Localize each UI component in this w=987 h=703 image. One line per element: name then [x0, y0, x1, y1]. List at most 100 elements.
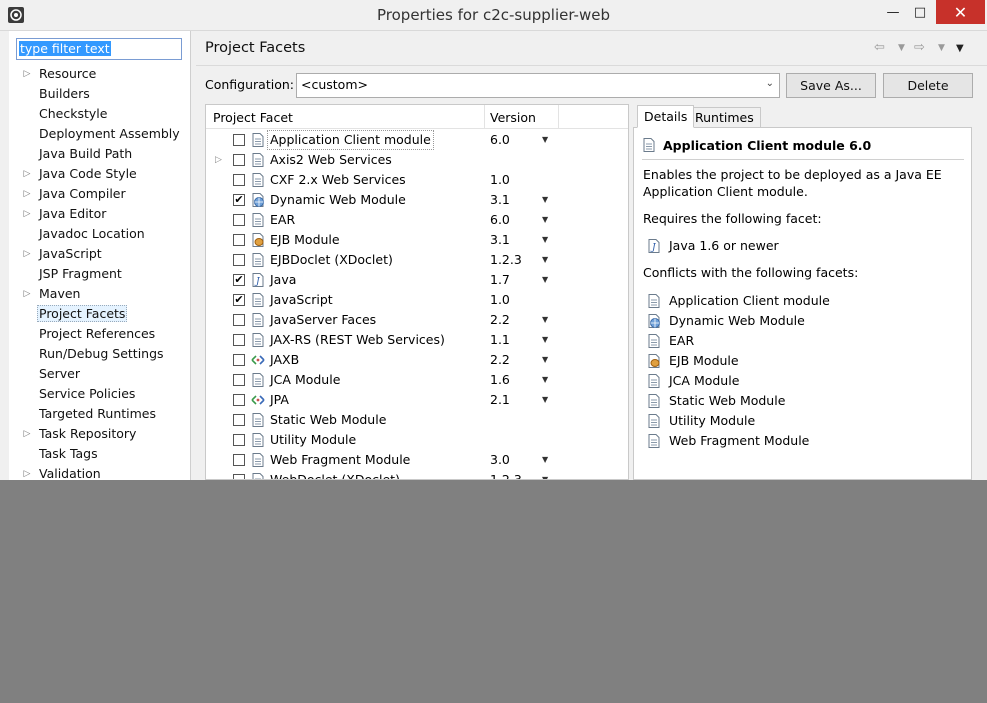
version-dropdown-icon[interactable]: ▼: [542, 350, 548, 370]
facet-row[interactable]: Static Web Module: [206, 410, 628, 430]
delete-button[interactable]: Delete: [883, 73, 973, 98]
version-dropdown-icon[interactable]: ▼: [542, 450, 548, 470]
save-as-button[interactable]: Save As...: [786, 73, 876, 98]
facet-row[interactable]: JAX-RS (REST Web Services) 1.1 ▼: [206, 330, 628, 350]
nav-item[interactable]: ▷ Java Compiler: [9, 184, 191, 204]
nav-item[interactable]: Java Build Path: [9, 144, 191, 164]
facet-checkbox[interactable]: [233, 234, 245, 246]
expand-arrow-icon[interactable]: ▷: [22, 164, 32, 184]
version-dropdown-icon[interactable]: ▼: [542, 470, 548, 479]
facet-checkbox[interactable]: [233, 134, 245, 146]
facet-checkbox[interactable]: [233, 434, 245, 446]
nav-item[interactable]: ▷ JavaScript: [9, 244, 191, 264]
nav-item[interactable]: Run/Debug Settings: [9, 344, 191, 364]
nav-item[interactable]: Checkstyle: [9, 104, 191, 124]
maximize-button[interactable]: □: [904, 0, 936, 24]
version-dropdown-icon[interactable]: ▼: [542, 230, 548, 250]
nav-item[interactable]: Project Facets: [9, 304, 191, 324]
facet-checkbox[interactable]: [233, 414, 245, 426]
nav-item[interactable]: ▷ Task Repository: [9, 424, 191, 444]
facet-row[interactable]: JPA 2.1 ▼: [206, 390, 628, 410]
facet-checkbox[interactable]: [233, 314, 245, 326]
expand-arrow-icon[interactable]: ▷: [22, 64, 32, 84]
nav-item[interactable]: ▷ Resource: [9, 64, 191, 84]
nav-item[interactable]: Project References: [9, 324, 191, 344]
expand-arrow-icon[interactable]: ▷: [22, 464, 32, 484]
close-button[interactable]: ✕: [936, 0, 985, 24]
resize-grip-icon[interactable]: [816, 464, 830, 478]
facet-row[interactable]: ✔ J Java 1.7 ▼: [206, 270, 628, 290]
facet-row[interactable]: ✔ Dynamic Web Module 3.1 ▼: [206, 190, 628, 210]
expand-arrow-icon[interactable]: ▷: [215, 150, 222, 170]
facet-row[interactable]: EJBDoclet (XDoclet) 1.2.3 ▼: [206, 250, 628, 270]
version-dropdown-icon[interactable]: ▼: [542, 390, 548, 410]
tab-runtimes[interactable]: Runtimes: [688, 107, 761, 128]
facet-checkbox[interactable]: ✔: [233, 274, 245, 286]
forward-dropdown-icon[interactable]: ▼: [938, 43, 945, 53]
tab-details[interactable]: Details: [637, 105, 695, 128]
nav-item[interactable]: Javadoc Location: [9, 224, 191, 244]
facet-row[interactable]: Web Fragment Module 3.0 ▼: [206, 450, 628, 470]
facet-row[interactable]: EAR 6.0 ▼: [206, 210, 628, 230]
version-dropdown-icon[interactable]: ▼: [542, 310, 548, 330]
expand-arrow-icon[interactable]: ▷: [22, 204, 32, 224]
facet-checkbox[interactable]: [233, 334, 245, 346]
nav-item[interactable]: Deployment Assembly: [9, 124, 191, 144]
configuration-select[interactable]: <custom> ⌄: [296, 73, 780, 98]
facet-checkbox[interactable]: [233, 354, 245, 366]
version-dropdown-icon[interactable]: ▼: [542, 330, 548, 350]
facet-row[interactable]: Application Client module 6.0 ▼: [206, 130, 628, 150]
nav-item[interactable]: ▷ Validation: [9, 464, 191, 484]
nav-item-label: Resource: [39, 66, 97, 81]
facet-row[interactable]: CXF 2.x Web Services 1.0: [206, 170, 628, 190]
nav-item[interactable]: Builders: [9, 84, 191, 104]
facet-checkbox[interactable]: [233, 154, 245, 166]
expand-arrow-icon[interactable]: ▷: [22, 424, 32, 444]
facet-row[interactable]: ▷ Axis2 Web Services: [206, 150, 628, 170]
nav-item-label: Java Editor: [39, 206, 107, 221]
facet-row[interactable]: WebDoclet (XDoclet) 1.2.3 ▼: [206, 470, 628, 479]
expand-arrow-icon[interactable]: ▷: [22, 284, 32, 304]
facet-checkbox[interactable]: [233, 174, 245, 186]
facet-row[interactable]: Utility Module: [206, 430, 628, 450]
column-header-version[interactable]: Version: [490, 110, 536, 125]
facet-row[interactable]: JAXB 2.2 ▼: [206, 350, 628, 370]
version-dropdown-icon[interactable]: ▼: [542, 270, 548, 290]
forward-arrow-icon[interactable]: ⇨: [914, 40, 925, 55]
facet-checkbox[interactable]: ✔: [233, 194, 245, 206]
view-menu-icon[interactable]: ▼: [956, 43, 964, 54]
facet-checkbox[interactable]: [233, 454, 245, 466]
facet-checkbox[interactable]: [233, 374, 245, 386]
nav-item[interactable]: JSP Fragment: [9, 264, 191, 284]
facet-checkbox[interactable]: [233, 254, 245, 266]
doc-icon: [252, 313, 264, 327]
facet-checkbox[interactable]: [233, 394, 245, 406]
facet-checkbox[interactable]: ✔: [233, 294, 245, 306]
nav-item[interactable]: Targeted Runtimes: [9, 404, 191, 424]
conflict-label: JCA Module: [669, 373, 740, 388]
facet-row[interactable]: EJB Module 3.1 ▼: [206, 230, 628, 250]
expand-arrow-icon[interactable]: ▷: [22, 184, 32, 204]
nav-item[interactable]: ▷ Java Editor: [9, 204, 191, 224]
facet-version: 2.1: [490, 392, 510, 407]
nav-item[interactable]: ▷ Java Code Style: [9, 164, 191, 184]
version-dropdown-icon[interactable]: ▼: [542, 370, 548, 390]
facet-row[interactable]: JavaServer Faces 2.2 ▼: [206, 310, 628, 330]
nav-item[interactable]: ▷ Maven: [9, 284, 191, 304]
facet-row[interactable]: ✔ JavaScript 1.0: [206, 290, 628, 310]
back-dropdown-icon[interactable]: ▼: [898, 43, 905, 53]
version-dropdown-icon[interactable]: ▼: [542, 210, 548, 230]
expand-arrow-icon[interactable]: ▷: [22, 244, 32, 264]
nav-item[interactable]: Service Policies: [9, 384, 191, 404]
version-dropdown-icon[interactable]: ▼: [542, 250, 548, 270]
back-arrow-icon[interactable]: ⇦: [874, 40, 885, 55]
version-dropdown-icon[interactable]: ▼: [542, 130, 548, 150]
column-header-facet[interactable]: Project Facet: [213, 110, 293, 125]
nav-item[interactable]: Task Tags: [9, 444, 191, 464]
nav-item[interactable]: Server: [9, 364, 191, 384]
facet-checkbox[interactable]: [233, 214, 245, 226]
facet-row[interactable]: JCA Module 1.6 ▼: [206, 370, 628, 390]
filter-input[interactable]: type filter text: [16, 38, 182, 60]
version-dropdown-icon[interactable]: ▼: [542, 190, 548, 210]
facet-checkbox[interactable]: [233, 474, 245, 479]
